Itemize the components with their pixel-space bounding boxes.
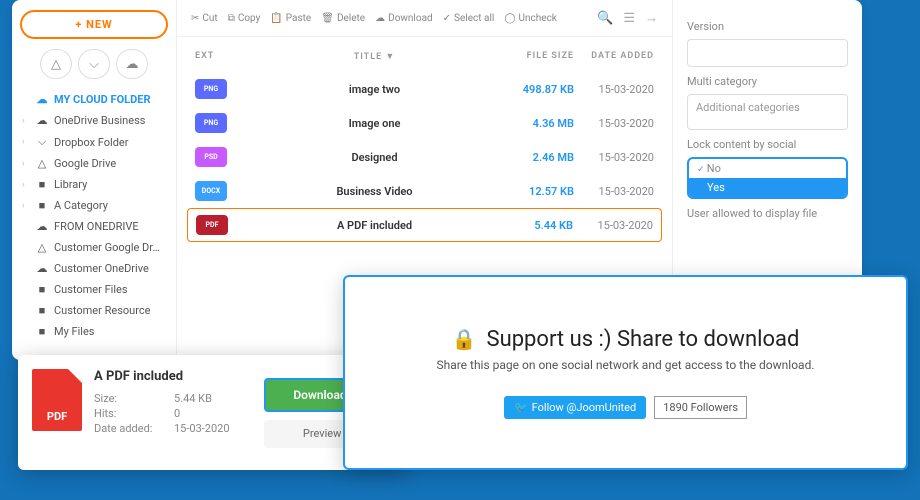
tree-item[interactable]: ■Customer Files <box>20 279 168 300</box>
tree-item[interactable]: ›■Library <box>20 174 168 195</box>
delete-button[interactable]: 🗑 Delete <box>321 13 365 24</box>
tree-item[interactable]: ☁MY CLOUD FOLDER <box>20 89 168 110</box>
new-button[interactable]: + NEW <box>20 10 168 39</box>
opt-no[interactable]: No <box>689 159 846 178</box>
tree-item[interactable]: ›△Google Drive <box>20 153 168 174</box>
tree-item[interactable]: ■My Files <box>20 321 168 342</box>
version-label: Version <box>687 20 848 33</box>
select-all-button[interactable]: ✓ Select all <box>443 13 495 24</box>
search-icon[interactable]: 🔍 <box>597 11 613 26</box>
tree-item[interactable]: ☁FROM ONEDRIVE <box>20 216 168 237</box>
detail-title: A PDF included <box>94 369 252 384</box>
copy-button[interactable]: ⧉ Copy <box>228 13 261 24</box>
table-row[interactable]: PNGImage one4.36 MB15-03-2020 <box>177 106 672 140</box>
twitter-icon: 🐦 <box>514 401 528 414</box>
follower-count: 1890 Followers <box>654 396 747 419</box>
table-row[interactable]: DOCXBusiness Video12.57 KB15-03-2020 <box>177 174 672 208</box>
tree-item[interactable]: ›⌵Dropbox Folder <box>20 131 168 153</box>
tree-item[interactable]: ›☁OneDrive Business <box>20 110 168 131</box>
pdf-thumb-icon: PDF <box>32 369 82 431</box>
cloud-icon[interactable]: ☁ <box>116 49 148 79</box>
gdrive-icon[interactable]: △ <box>40 49 72 79</box>
uncheck-button[interactable]: ◯ Uncheck <box>504 13 557 24</box>
user-label: User allowed to display file <box>687 207 848 220</box>
tree-item[interactable]: △Customer Google Dr… <box>20 237 168 258</box>
arrow-icon[interactable]: → <box>645 10 658 26</box>
dropbox-icon[interactable]: ⌵ <box>78 49 110 79</box>
download-button[interactable]: ☁ Download <box>375 13 433 24</box>
col-size[interactable]: FILE SIZE <box>504 51 574 62</box>
col-date[interactable]: DATE ADDED <box>574 51 654 62</box>
table-row[interactable]: PDFA PDF included5.44 KB15-03-2020 <box>187 208 662 242</box>
share-heading: Support us :) Share to download <box>487 327 800 352</box>
table-row[interactable]: PSDDesigned2.46 MB15-03-2020 <box>177 140 672 174</box>
version-input[interactable] <box>687 39 848 67</box>
share-sub: Share this page on one social network an… <box>436 358 814 372</box>
share-panel: 🔒 Support us :) Share to download Share t… <box>343 275 908 470</box>
opt-yes[interactable]: Yes <box>689 178 846 197</box>
col-title[interactable]: TITLE ▼ <box>245 51 504 62</box>
multi-input[interactable]: Additional categories <box>687 94 848 130</box>
col-ext[interactable]: EXT <box>195 51 245 62</box>
lock-icon: 🔒 <box>452 327 477 351</box>
cut-button[interactable]: ✂ Cut <box>191 13 218 24</box>
tree-item[interactable]: ■Customer Resource <box>20 300 168 321</box>
twitter-follow-button[interactable]: 🐦Follow @JoomUnited <box>504 396 646 419</box>
multi-label: Multi category <box>687 75 848 88</box>
tree-item[interactable]: ›■A Category <box>20 195 168 216</box>
filter-icon[interactable]: ☰ <box>623 11 635 26</box>
tree-item[interactable]: ☁Customer OneDrive <box>20 258 168 279</box>
paste-button[interactable]: 📋 Paste <box>270 13 311 24</box>
table-row[interactable]: PNGimage two498.87 KB15-03-2020 <box>177 72 672 106</box>
lock-dropdown[interactable]: No Yes <box>687 157 848 199</box>
lock-label: Lock content by social <box>687 138 848 151</box>
